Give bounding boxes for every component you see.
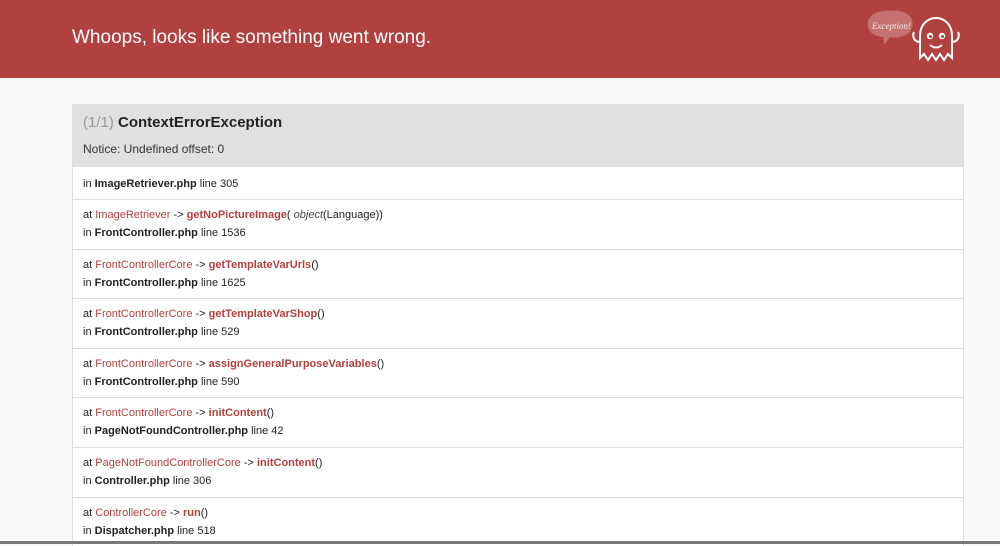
trace-line: line 305 [199, 178, 239, 190]
trace-row: at FrontControllerCore -> assignGeneralP… [73, 347, 963, 398]
trace-file[interactable]: FrontController.php [95, 277, 198, 289]
trace-file[interactable]: ImageRetriever.php [95, 178, 197, 190]
arg-value[interactable]: (Language) [323, 209, 379, 221]
exception-header: (1/1) ContextErrorException Notice: Unde… [73, 105, 963, 166]
trace-location: in FrontController.php line 529 [83, 323, 953, 341]
trace-line: line 42 [251, 425, 284, 438]
trace-args: () [311, 258, 319, 271]
trace-method[interactable]: getTemplateVarUrls [209, 259, 312, 271]
exception-class[interactable]: ContextErrorException [118, 114, 282, 131]
page-title: Whoops, looks like something went wrong. [72, 27, 432, 48]
trace-location: in FrontController.php line 590 [83, 373, 953, 391]
trace-arrow: -> [195, 258, 206, 271]
trace-call: at FrontControllerCore -> initContent() [83, 404, 953, 422]
trace-args: () [317, 308, 325, 321]
at-label: at [83, 258, 93, 271]
trace-file[interactable]: Controller.php [95, 475, 170, 487]
in-label: in [83, 375, 92, 388]
trace-class[interactable]: PageNotFoundControllerCore [95, 457, 241, 469]
mascot-bubble-text: Exception! [871, 21, 911, 31]
trace-call: at PageNotFoundControllerCore -> initCon… [83, 454, 953, 472]
in-label: in [83, 178, 92, 190]
at-label: at [83, 407, 93, 420]
trace-args: ( object(Language)) [286, 209, 383, 221]
at-label: at [83, 506, 93, 519]
trace-row: in ImageRetriever.php line 305 [73, 166, 963, 199]
trace-file[interactable]: Dispatcher.php [95, 525, 174, 537]
trace-arrow: -> [195, 357, 206, 370]
trace-arrow: -> [195, 308, 206, 321]
in-label: in [83, 326, 92, 339]
trace-file[interactable]: PageNotFoundController.php [95, 425, 248, 437]
arg-type: object [293, 209, 324, 221]
trace-row: at FrontControllerCore -> getTemplateVar… [73, 298, 963, 348]
trace-line: line 1536 [200, 227, 246, 239]
in-label: in [83, 425, 92, 438]
trace-location: in Controller.php line 306 [83, 472, 953, 490]
trace-row: at FrontControllerCore -> initContent() … [73, 397, 963, 447]
exception-message: Notice: Undefined offset: 0 [83, 142, 225, 156]
trace-call: at ControllerCore -> run() [83, 504, 953, 522]
trace-args: () [200, 506, 209, 519]
trace-location: in PageNotFoundController.php line 42 [83, 422, 953, 440]
trace-location: in FrontController.php line 1536 [83, 224, 953, 242]
trace-row: at ControllerCore -> run() in Dispatcher… [73, 496, 963, 546]
at-label: at [83, 209, 93, 221]
trace-args: () [266, 407, 275, 420]
exception-title: (1/1) ContextErrorException [83, 114, 953, 131]
exception-panel: (1/1) ContextErrorException Notice: Unde… [72, 104, 964, 546]
trace-method[interactable]: initContent [209, 407, 267, 419]
trace-call: at FrontControllerCore -> assignGeneralP… [83, 355, 953, 373]
trace-arrow: -> [173, 209, 184, 221]
in-label: in [83, 474, 92, 487]
trace-class[interactable]: ControllerCore [95, 507, 167, 519]
trace-class[interactable]: ImageRetriever [95, 209, 170, 221]
in-label: in [83, 276, 92, 289]
trace-call: at ImageRetriever -> getNoPictureImage( … [83, 206, 953, 224]
trace-arrow: -> [195, 407, 206, 420]
trace-location: in Dispatcher.php line 518 [83, 522, 953, 540]
trace-line: line 1625 [200, 276, 246, 289]
in-label: in [83, 524, 92, 537]
trace-file[interactable]: FrontController.php [95, 326, 198, 338]
trace-row: at PageNotFoundControllerCore -> initCon… [73, 446, 963, 497]
trace-method[interactable]: run [183, 507, 201, 519]
trace-method[interactable]: initContent [257, 457, 315, 469]
trace-args: () [376, 357, 385, 370]
at-label: at [83, 456, 93, 469]
exception-count: (1/1) [83, 114, 114, 131]
trace-method[interactable]: assignGeneralPurposeVariables [209, 358, 377, 370]
trace-file[interactable]: FrontController.php [95, 376, 198, 388]
trace-line: line 306 [172, 474, 212, 487]
trace-call: at FrontControllerCore -> getTemplateVar… [83, 256, 953, 274]
trace-class[interactable]: FrontControllerCore [95, 407, 192, 419]
at-label: at [83, 308, 93, 321]
trace-row: at FrontControllerCore -> getTemplateVar… [73, 248, 963, 299]
trace-method[interactable]: getNoPictureImage [187, 209, 287, 221]
trace-file[interactable]: FrontController.php [95, 227, 198, 239]
trace-arrow: -> [243, 456, 254, 469]
in-label: in [83, 227, 92, 239]
trace-method[interactable]: getTemplateVarShop [209, 308, 318, 320]
trace-class[interactable]: FrontControllerCore [95, 358, 192, 370]
trace-line: line 529 [200, 326, 240, 339]
trace-class[interactable]: FrontControllerCore [95, 308, 192, 320]
trace-line: line 518 [177, 524, 216, 537]
at-label: at [83, 357, 93, 370]
trace-arrow: -> [169, 506, 180, 519]
trace-line: line 590 [200, 375, 240, 388]
trace-location: in FrontController.php line 1625 [83, 274, 953, 292]
trace-args: () [315, 456, 323, 469]
trace-class[interactable]: FrontControllerCore [95, 259, 192, 271]
trace-row: at ImageRetriever -> getNoPictureImage( … [73, 199, 963, 249]
error-header: Whoops, looks like something went wrong.… [0, 0, 1000, 78]
trace-call: at FrontControllerCore -> getTemplateVar… [83, 305, 953, 323]
exception-ghost-icon: Exception! [867, 10, 960, 62]
